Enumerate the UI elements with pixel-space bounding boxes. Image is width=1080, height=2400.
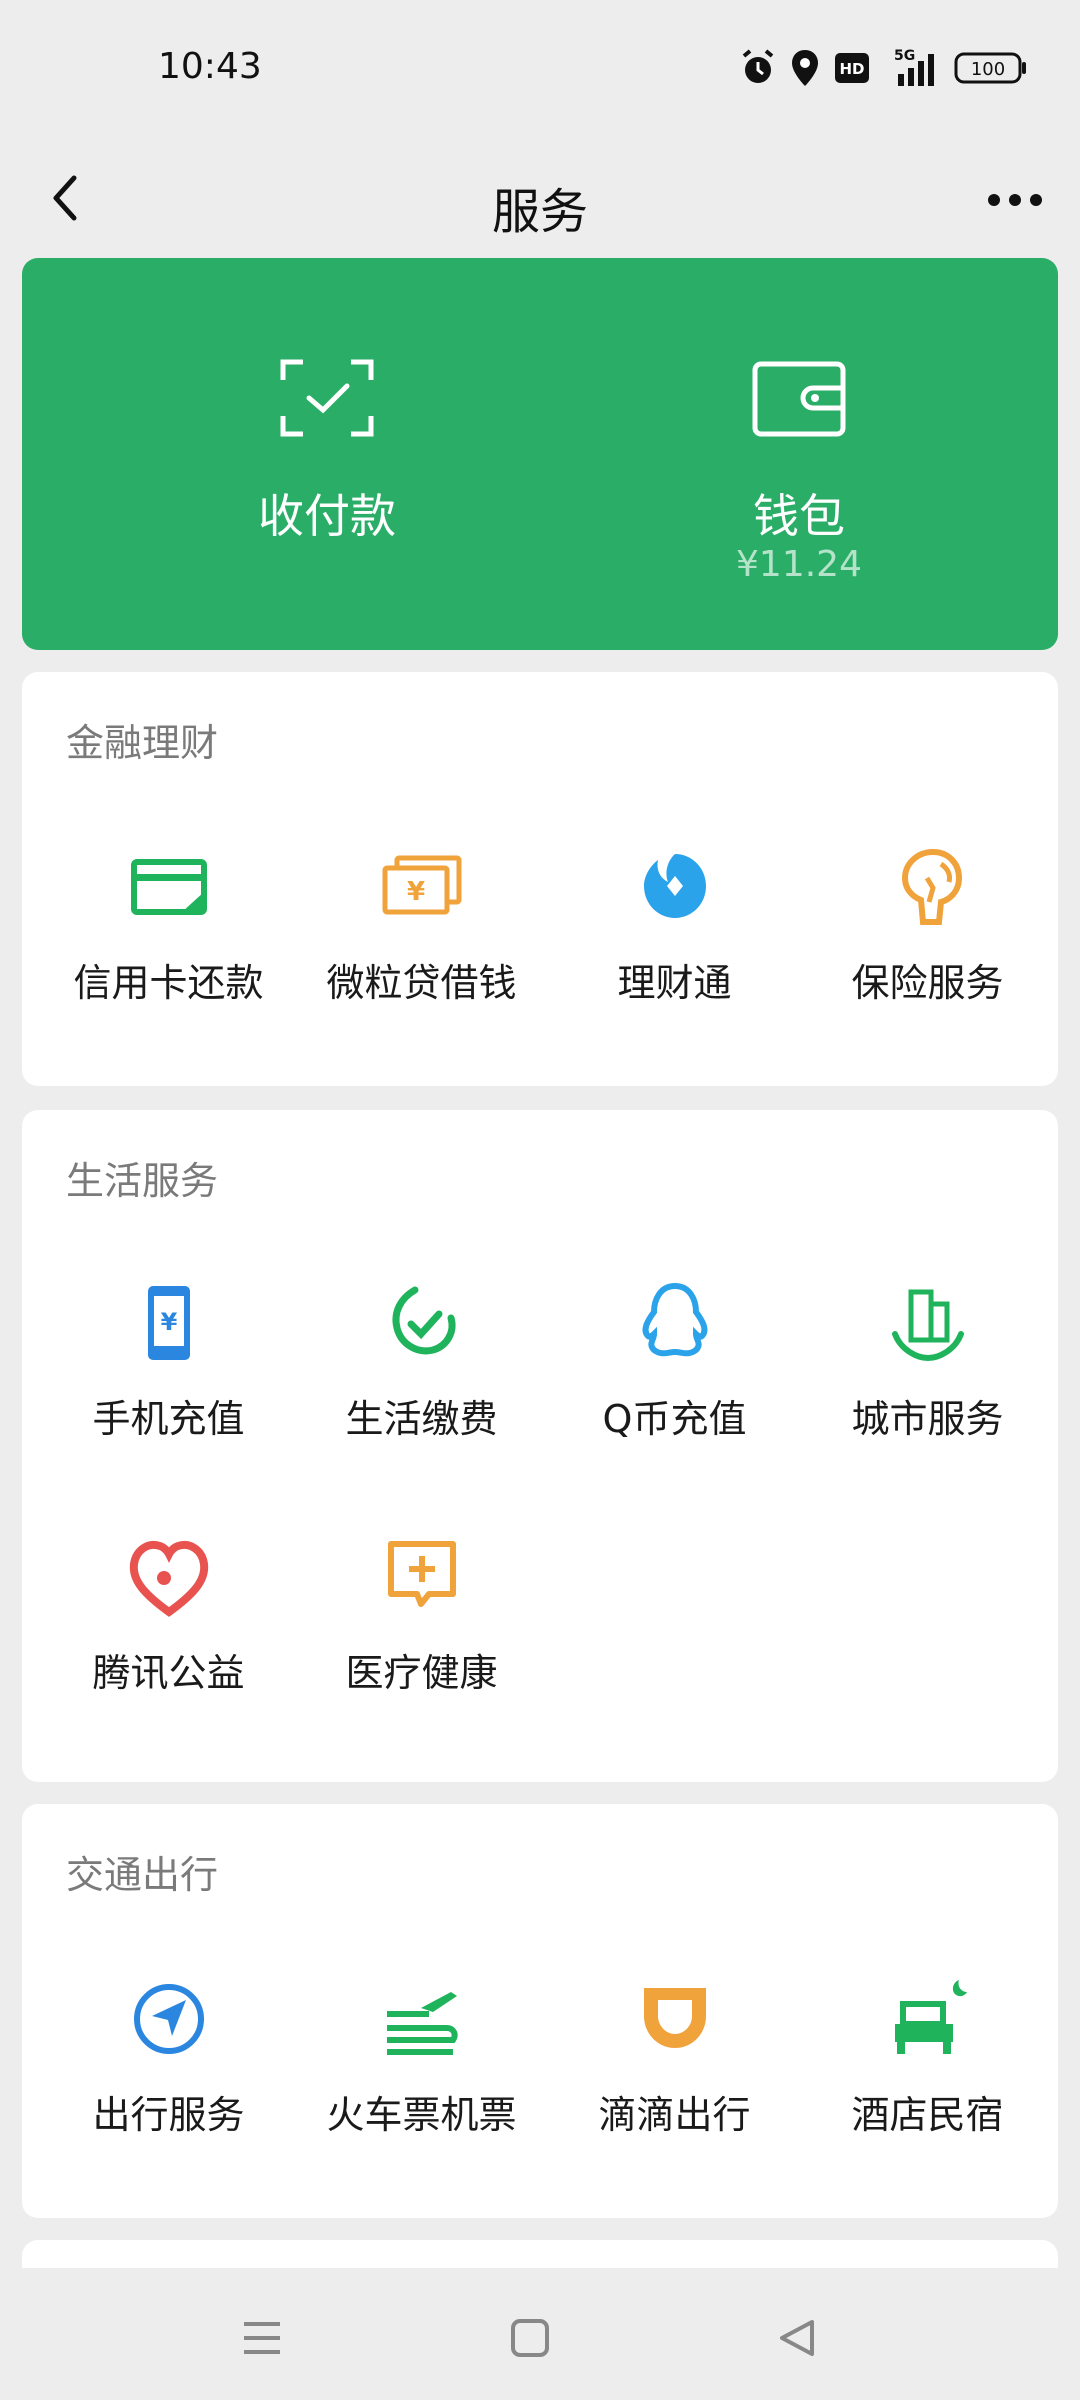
svg-text:5G: 5G — [894, 48, 915, 64]
grid-item-hotel[interactable]: 酒店民宿 — [801, 1974, 1054, 2174]
hotel-bed-icon — [894, 1980, 967, 2054]
hd-icon: HD — [835, 53, 869, 83]
svg-text:¥: ¥ — [160, 1308, 177, 1336]
more-options-button[interactable] — [970, 170, 1060, 230]
grid-item-credit-card[interactable]: 信用卡还款 — [42, 842, 295, 1042]
scan-check-icon — [280, 359, 374, 437]
wallet-balance: ¥11.24 — [736, 544, 862, 585]
city-service-icon — [891, 1289, 964, 1362]
svg-text:HD: HD — [839, 60, 864, 78]
wallet-icon — [752, 361, 846, 437]
alarm-icon — [742, 49, 774, 83]
grid-item-train-plane[interactable]: 火车票机票 — [295, 1974, 548, 2174]
section-finance: 金融理财 信用卡还款 ¥ 微粒贷借钱 理财通 保险服务 — [22, 672, 1058, 1086]
back-triangle-icon[interactable] — [768, 2308, 828, 2368]
navigation-icon — [133, 1984, 204, 2054]
medical-icon — [387, 1541, 456, 1607]
grid-item-label: 出行服务 — [92, 2093, 245, 2137]
section-title: 生活服务 — [66, 1159, 219, 1203]
battery-icon: 100 — [954, 52, 1026, 84]
qq-coin-icon — [642, 1282, 707, 1357]
grid-item-travel[interactable]: 出行服务 — [42, 1974, 295, 2174]
grid-item-charity[interactable]: 腾讯公益 — [42, 1532, 295, 1732]
svg-text:100: 100 — [971, 59, 1005, 80]
section-life: 生活服务 ¥ 手机充值 生活缴费 Q币充值 城市服务 腾讯公益 医疗健康 — [22, 1110, 1058, 1782]
page-title: 服务 — [491, 184, 588, 240]
train-plane-icon — [386, 1992, 458, 2055]
grid-item-label: 手机充值 — [92, 1397, 245, 1441]
grid-item-label: 理财通 — [617, 961, 732, 1005]
pay-receive-label: 收付款 — [258, 489, 396, 543]
payment-card: 收付款 钱包 ¥11.24 — [22, 258, 1058, 650]
grid-item-label: 保险服务 — [851, 961, 1004, 1005]
signal-5g-icon: 5G — [894, 48, 934, 86]
section-transport: 交通出行 出行服务 火车票机票 滴滴出行 酒店民宿 — [22, 1804, 1058, 2218]
credit-card-icon — [130, 859, 207, 915]
grid-item-phone-topup[interactable]: ¥ 手机充值 — [42, 1278, 295, 1478]
nav-bar: 服务 — [0, 130, 1080, 270]
wealth-icon — [643, 854, 706, 918]
grid-item-label: 滴滴出行 — [598, 2093, 751, 2137]
grid-item-wealth[interactable]: 理财通 — [548, 842, 801, 1042]
grid-item-label: 腾讯公益 — [92, 1651, 245, 1695]
grid-item-loan[interactable]: ¥ 微粒贷借钱 — [295, 842, 548, 1042]
grid-item-label: 城市服务 — [851, 1397, 1004, 1441]
svg-text:¥: ¥ — [406, 877, 424, 907]
grid-item-label: 医疗健康 — [345, 1651, 498, 1695]
grid-item-medical[interactable]: 医疗健康 — [295, 1532, 548, 1732]
grid-item-city[interactable]: 城市服务 — [801, 1278, 1054, 1478]
charity-heart-icon — [129, 1541, 208, 1617]
menu-icon[interactable] — [232, 2308, 292, 2368]
wallet-button[interactable]: 钱包 ¥11.24 — [540, 258, 1058, 650]
insurance-icon — [901, 848, 962, 925]
status-icons: HD 5G 100 — [740, 48, 1028, 88]
utility-bill-icon — [392, 1286, 455, 1355]
grid-item-label: Q币充值 — [602, 1397, 747, 1441]
grid-item-label: 微粒贷借钱 — [326, 961, 517, 1005]
home-icon[interactable] — [500, 2308, 560, 2368]
didi-icon — [643, 1988, 706, 2048]
grid-item-label: 酒店民宿 — [851, 2093, 1004, 2137]
loan-icon: ¥ — [382, 855, 461, 915]
grid-item-qq-coin[interactable]: Q币充值 — [548, 1278, 801, 1478]
grid-item-insurance[interactable]: 保险服务 — [801, 842, 1054, 1042]
pay-receive-button[interactable]: 收付款 — [68, 258, 586, 650]
section-title: 交通出行 — [66, 1853, 219, 1897]
grid-item-label: 生活缴费 — [345, 1397, 498, 1441]
phone-topup-icon: ¥ — [147, 1286, 190, 1360]
grid-item-didi[interactable]: 滴滴出行 — [548, 1974, 801, 2174]
grid-item-utility[interactable]: 生活缴费 — [295, 1278, 548, 1478]
wallet-label: 钱包 — [753, 489, 845, 543]
grid-item-label: 火车票机票 — [326, 2093, 517, 2137]
section-title: 金融理财 — [66, 721, 219, 765]
system-nav-bar — [0, 2268, 1080, 2400]
location-icon — [792, 50, 818, 86]
grid-item-label: 信用卡还款 — [73, 961, 264, 1005]
status-bar: 10:43 HD 5G 100 — [0, 0, 1080, 130]
status-time: 10:43 — [158, 46, 262, 87]
